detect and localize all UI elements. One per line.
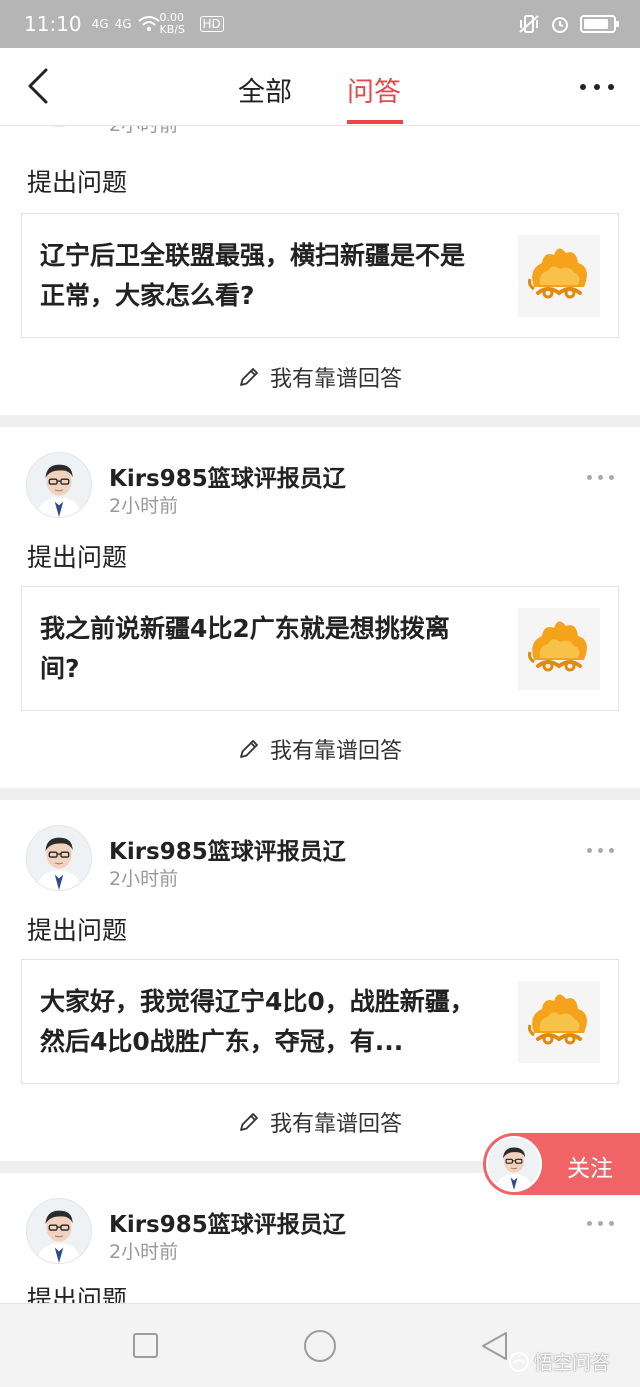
post-time: 2小时前: [109, 495, 179, 517]
triangle-back-icon: [482, 1332, 507, 1360]
active-tab-indicator: [347, 120, 403, 124]
avatar: [486, 1136, 542, 1192]
avatar[interactable]: [26, 825, 92, 891]
write-answer-label: 我有靠谱回答: [269, 367, 402, 392]
question-text: 大家好，我觉得辽宁4比0，战胜新疆，然后4比0战胜广东，夺冠，有...: [40, 987, 475, 1056]
tab-all[interactable]: 全部: [238, 70, 292, 109]
chevron-left-icon: [28, 68, 48, 104]
more-options-button[interactable]: [580, 84, 614, 90]
status-time: 11:10: [24, 12, 82, 36]
watermark-text: 悟空问答: [534, 1352, 611, 1374]
card-more-button[interactable]: [587, 475, 614, 480]
system-back-button[interactable]: [479, 1330, 509, 1366]
question-card: Kirs985篮球评报员辽 2小时前 提出问题 大家好，我觉得辽宁4比0，战胜新…: [0, 800, 640, 1160]
wukong-watermark-icon: [509, 1351, 529, 1372]
wukong-logo-icon: [518, 608, 600, 690]
wifi-icon: [137, 16, 160, 32]
card-separator: [0, 415, 640, 427]
post-time: 2小时前: [109, 1241, 179, 1263]
follow-button[interactable]: 关注: [483, 1133, 640, 1195]
username[interactable]: Kirs985篮球评报员辽: [109, 832, 346, 866]
card-more-button[interactable]: [587, 848, 614, 853]
question-card: Kirs985篮球评报员辽 2小时前 提出问题 我之前说新疆4比2广东就是想挑拨…: [0, 427, 640, 787]
hd-icon: HD: [199, 16, 224, 32]
pencil-icon: [240, 1113, 258, 1131]
alarm-icon: [552, 17, 568, 33]
top-nav-bar: 全部 问答: [0, 48, 640, 126]
question-box[interactable]: 辽宁后卫全联盟最强，横扫新疆是不是正常，大家怎么看?: [21, 213, 619, 338]
cell-signal-2-icon: 4G: [114, 17, 132, 31]
status-bar: 11:10 4G 4G 0.00 KB/S HD: [0, 0, 640, 48]
follow-label: 关注: [567, 1156, 613, 1182]
question-box[interactable]: 我之前说新疆4比2广东就是想挑拨离间?: [21, 586, 619, 711]
action-label: 提出问题: [27, 916, 128, 945]
action-label: 提出问题: [27, 543, 128, 572]
battery-icon: [580, 15, 619, 33]
pencil-icon: [240, 740, 258, 758]
system-nav-bar: 悟空问答: [0, 1303, 640, 1387]
wukong-logo-icon: [518, 981, 600, 1063]
avatar[interactable]: [26, 452, 92, 518]
action-label: 提出问题: [27, 1285, 128, 1303]
write-answer-button[interactable]: 我有靠谱回答: [0, 357, 640, 397]
vibrate-icon: [519, 15, 539, 33]
question-text: 辽宁后卫全联盟最强，横扫新疆是不是正常，大家怎么看?: [40, 241, 466, 310]
write-answer-button[interactable]: 我有靠谱回答: [0, 729, 640, 769]
card-more-button[interactable]: [587, 1221, 614, 1226]
post-time: 2小时前: [109, 126, 178, 137]
question-text: 我之前说新疆4比2广东就是想挑拨离间?: [40, 614, 450, 683]
avatar[interactable]: [26, 1198, 92, 1264]
home-button[interactable]: [304, 1330, 336, 1362]
recent-apps-button[interactable]: [133, 1333, 158, 1358]
card-separator: [0, 788, 640, 800]
pencil-icon: [240, 368, 258, 386]
username[interactable]: Kirs985篮球评报员辽: [109, 459, 346, 493]
net-speed: 0.00 KB/S: [159, 11, 185, 36]
question-card: 2小时前 提出问题 辽宁后卫全联盟最强，横扫新疆是不是正常，大家怎么看? 我有靠…: [0, 126, 640, 415]
watermark: 悟空问答: [508, 1348, 610, 1375]
write-answer-label: 我有靠谱回答: [269, 1112, 402, 1137]
cell-signal-1-icon: 4G: [91, 17, 109, 31]
question-box[interactable]: 大家好，我觉得辽宁4比0，战胜新疆，然后4比0战胜广东，夺冠，有...: [21, 959, 619, 1084]
avatar[interactable]: [26, 126, 92, 127]
wukong-logo-icon: [518, 235, 600, 317]
tab-qa[interactable]: 问答: [347, 70, 401, 109]
action-label: 提出问题: [27, 168, 128, 197]
qa-feed: 2小时前 提出问题 辽宁后卫全联盟最强，横扫新疆是不是正常，大家怎么看? 我有靠…: [0, 126, 640, 1303]
post-time: 2小时前: [109, 868, 179, 890]
username[interactable]: Kirs985篮球评报员辽: [109, 1205, 346, 1239]
back-button[interactable]: [20, 66, 60, 106]
write-answer-label: 我有靠谱回答: [269, 739, 402, 764]
